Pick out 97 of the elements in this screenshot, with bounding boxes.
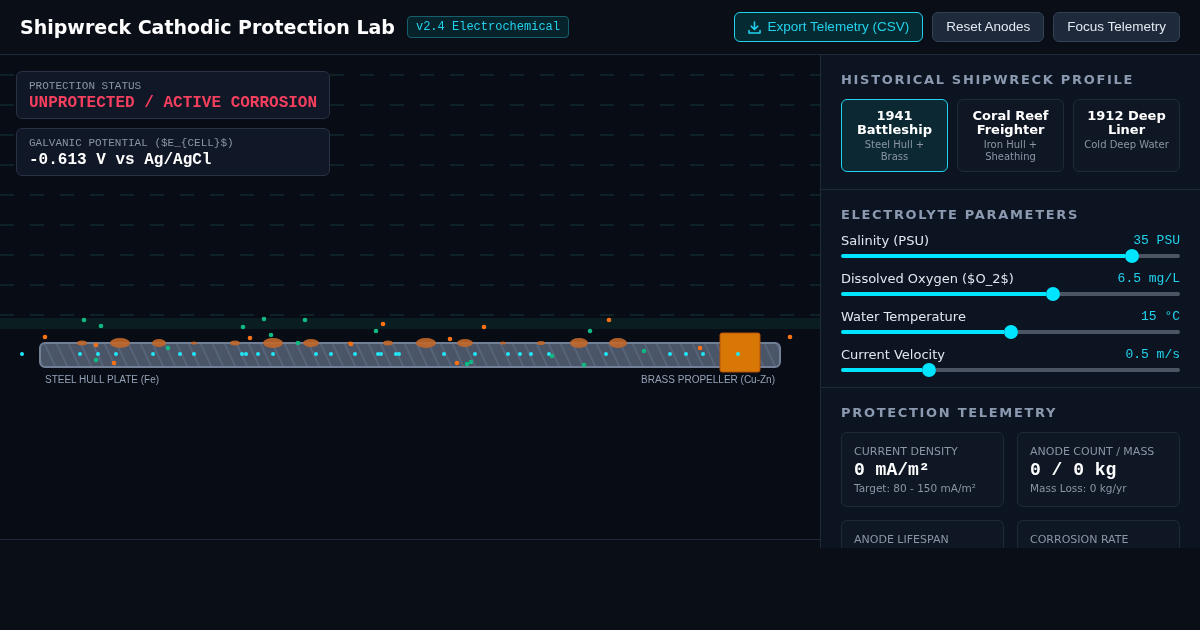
particle-icon bbox=[295, 340, 301, 346]
profile-card[interactable]: Coral Reef Freighter Iron Hull + Sheathing bbox=[957, 99, 1064, 172]
particle-icon bbox=[606, 317, 612, 323]
profile-description: Steel Hull + Brass bbox=[863, 139, 926, 163]
corrosion-pit-icon bbox=[383, 340, 393, 346]
download-icon bbox=[747, 20, 761, 34]
particle-icon bbox=[165, 345, 171, 351]
profile-card[interactable]: 1912 Deep Liner Cold Deep Water bbox=[1073, 99, 1180, 172]
hull-label: STEEL HULL PLATE (Fe) bbox=[45, 374, 160, 385]
corrosion-pit-icon bbox=[609, 338, 627, 348]
particle-icon bbox=[314, 352, 318, 356]
particle-icon bbox=[192, 352, 196, 356]
card-label: PROTECTION STATUS bbox=[29, 80, 143, 93]
corrosion-pit-icon bbox=[110, 338, 130, 348]
particle-icon bbox=[587, 328, 593, 334]
particle-icon bbox=[20, 352, 24, 356]
telemetry-note: Target: 80 - 150 mA/m² bbox=[854, 481, 977, 495]
corrosion-pit-icon bbox=[303, 339, 319, 347]
telemetry-label: CORROSION RATE bbox=[1030, 533, 1130, 547]
corrosion-pit-icon bbox=[191, 341, 197, 345]
profile-name: 1941 Battleship bbox=[855, 109, 934, 137]
profile-description: Cold Deep Water bbox=[1084, 139, 1169, 151]
particle-icon bbox=[787, 334, 793, 340]
slider-thumb[interactable] bbox=[922, 363, 937, 377]
corrosion-pit-icon bbox=[152, 339, 166, 347]
slider-thumb[interactable] bbox=[1045, 287, 1060, 301]
particle-icon bbox=[98, 323, 104, 329]
particle-icon bbox=[442, 352, 446, 356]
particle-icon bbox=[256, 352, 260, 356]
corrosion-pit-icon bbox=[457, 339, 473, 347]
particle-icon bbox=[78, 352, 82, 356]
section-title: PROTECTION TELEMETRY bbox=[841, 404, 1059, 421]
particle-icon bbox=[518, 352, 522, 356]
slider-thumb[interactable] bbox=[1003, 325, 1018, 339]
slider-track[interactable] bbox=[841, 287, 1180, 301]
slider-label: Dissolved Oxygen ($O_2$) bbox=[841, 271, 1014, 287]
card-label: GALVANIC POTENTIAL ($E_{CELL}$) bbox=[29, 137, 235, 150]
slider-reading: 0.5 m/s bbox=[1125, 347, 1180, 363]
particle-icon bbox=[261, 316, 267, 322]
section-title: ELECTROLYTE PARAMETERS bbox=[841, 206, 1081, 223]
telemetry-note: Mass Loss: 0 kg/yr bbox=[1030, 481, 1128, 495]
particle-icon bbox=[668, 352, 672, 356]
particle-icon bbox=[302, 317, 308, 323]
potential-value: -0.613 V vs Ag/AgCl bbox=[29, 150, 213, 170]
particle-icon bbox=[529, 352, 533, 356]
particle-icon bbox=[736, 352, 740, 356]
slider-thumb[interactable] bbox=[1125, 249, 1140, 263]
particle-icon bbox=[684, 352, 688, 356]
telemetry-label: ANODE LIFESPAN bbox=[854, 533, 950, 547]
particle-icon bbox=[151, 352, 155, 356]
version-badge: v2.4 Electrochemical bbox=[406, 16, 569, 38]
profile-description: Iron Hull + Sheathing bbox=[982, 139, 1039, 163]
slider-reading: 35 PSU bbox=[1133, 233, 1180, 249]
export-button[interactable]: Export Telemetry (CSV) bbox=[733, 12, 924, 42]
particle-icon bbox=[178, 352, 182, 356]
slider-track[interactable] bbox=[841, 249, 1180, 263]
particle-icon bbox=[447, 336, 453, 342]
corrosion-pit-icon bbox=[416, 338, 436, 348]
corrosion-pit-icon bbox=[537, 341, 545, 345]
slider-track[interactable] bbox=[841, 363, 1180, 377]
corrosion-pit-icon bbox=[570, 338, 588, 348]
corrosion-pit-icon bbox=[230, 340, 240, 346]
particle-icon bbox=[42, 334, 48, 340]
telemetry-value: 0 / 0 kg bbox=[1030, 459, 1118, 481]
toolbar-button[interactable]: Reset Anodes bbox=[932, 12, 1045, 42]
telemetry-label: CURRENT DENSITY bbox=[854, 445, 959, 459]
slider-rail bbox=[1139, 254, 1180, 258]
particle-icon bbox=[268, 332, 274, 338]
slider-reading: 15 °C bbox=[1141, 309, 1180, 325]
profile-card[interactable]: 1941 Battleship Steel Hull + Brass bbox=[841, 99, 948, 172]
particle-icon bbox=[641, 348, 647, 354]
particle-icon bbox=[506, 352, 510, 356]
corrosion-pit-icon bbox=[500, 341, 506, 345]
toolbar-button[interactable]: Focus Telemetry bbox=[1053, 12, 1180, 42]
profile-name: Coral Reef Freighter bbox=[971, 109, 1050, 137]
telemetry-value: 0 mA/m² bbox=[854, 459, 931, 481]
particle-icon bbox=[329, 352, 333, 356]
particle-icon bbox=[81, 317, 87, 323]
propeller-label: BRASS PROPELLER (Cu-Zn) bbox=[641, 374, 775, 385]
particle-icon bbox=[604, 352, 608, 356]
slider-label: Current Velocity bbox=[841, 347, 945, 363]
particle-icon bbox=[581, 362, 587, 368]
corrosion-pit-icon bbox=[77, 340, 87, 346]
slider-reading: 6.5 mg/L bbox=[1117, 271, 1180, 287]
profile-name: 1912 Deep Liner bbox=[1086, 109, 1167, 137]
slider-label: Water Temperature bbox=[841, 309, 966, 325]
telemetry-label: ANODE COUNT / MASS bbox=[1030, 445, 1156, 459]
propeller-block bbox=[719, 332, 761, 373]
particle-icon bbox=[353, 352, 357, 356]
particle-icon bbox=[481, 324, 487, 330]
app-title: Shipwreck Cathodic Protection Lab bbox=[20, 17, 395, 37]
corrosion-pit-icon bbox=[263, 338, 283, 348]
particle-icon bbox=[271, 352, 275, 356]
status-value: UNPROTECTED / ACTIVE CORROSION bbox=[29, 93, 317, 113]
section-title: HISTORICAL SHIPWRECK PROFILE bbox=[841, 71, 1136, 88]
slider-label: Salinity (PSU) bbox=[841, 233, 929, 249]
slider-track[interactable] bbox=[841, 325, 1180, 339]
